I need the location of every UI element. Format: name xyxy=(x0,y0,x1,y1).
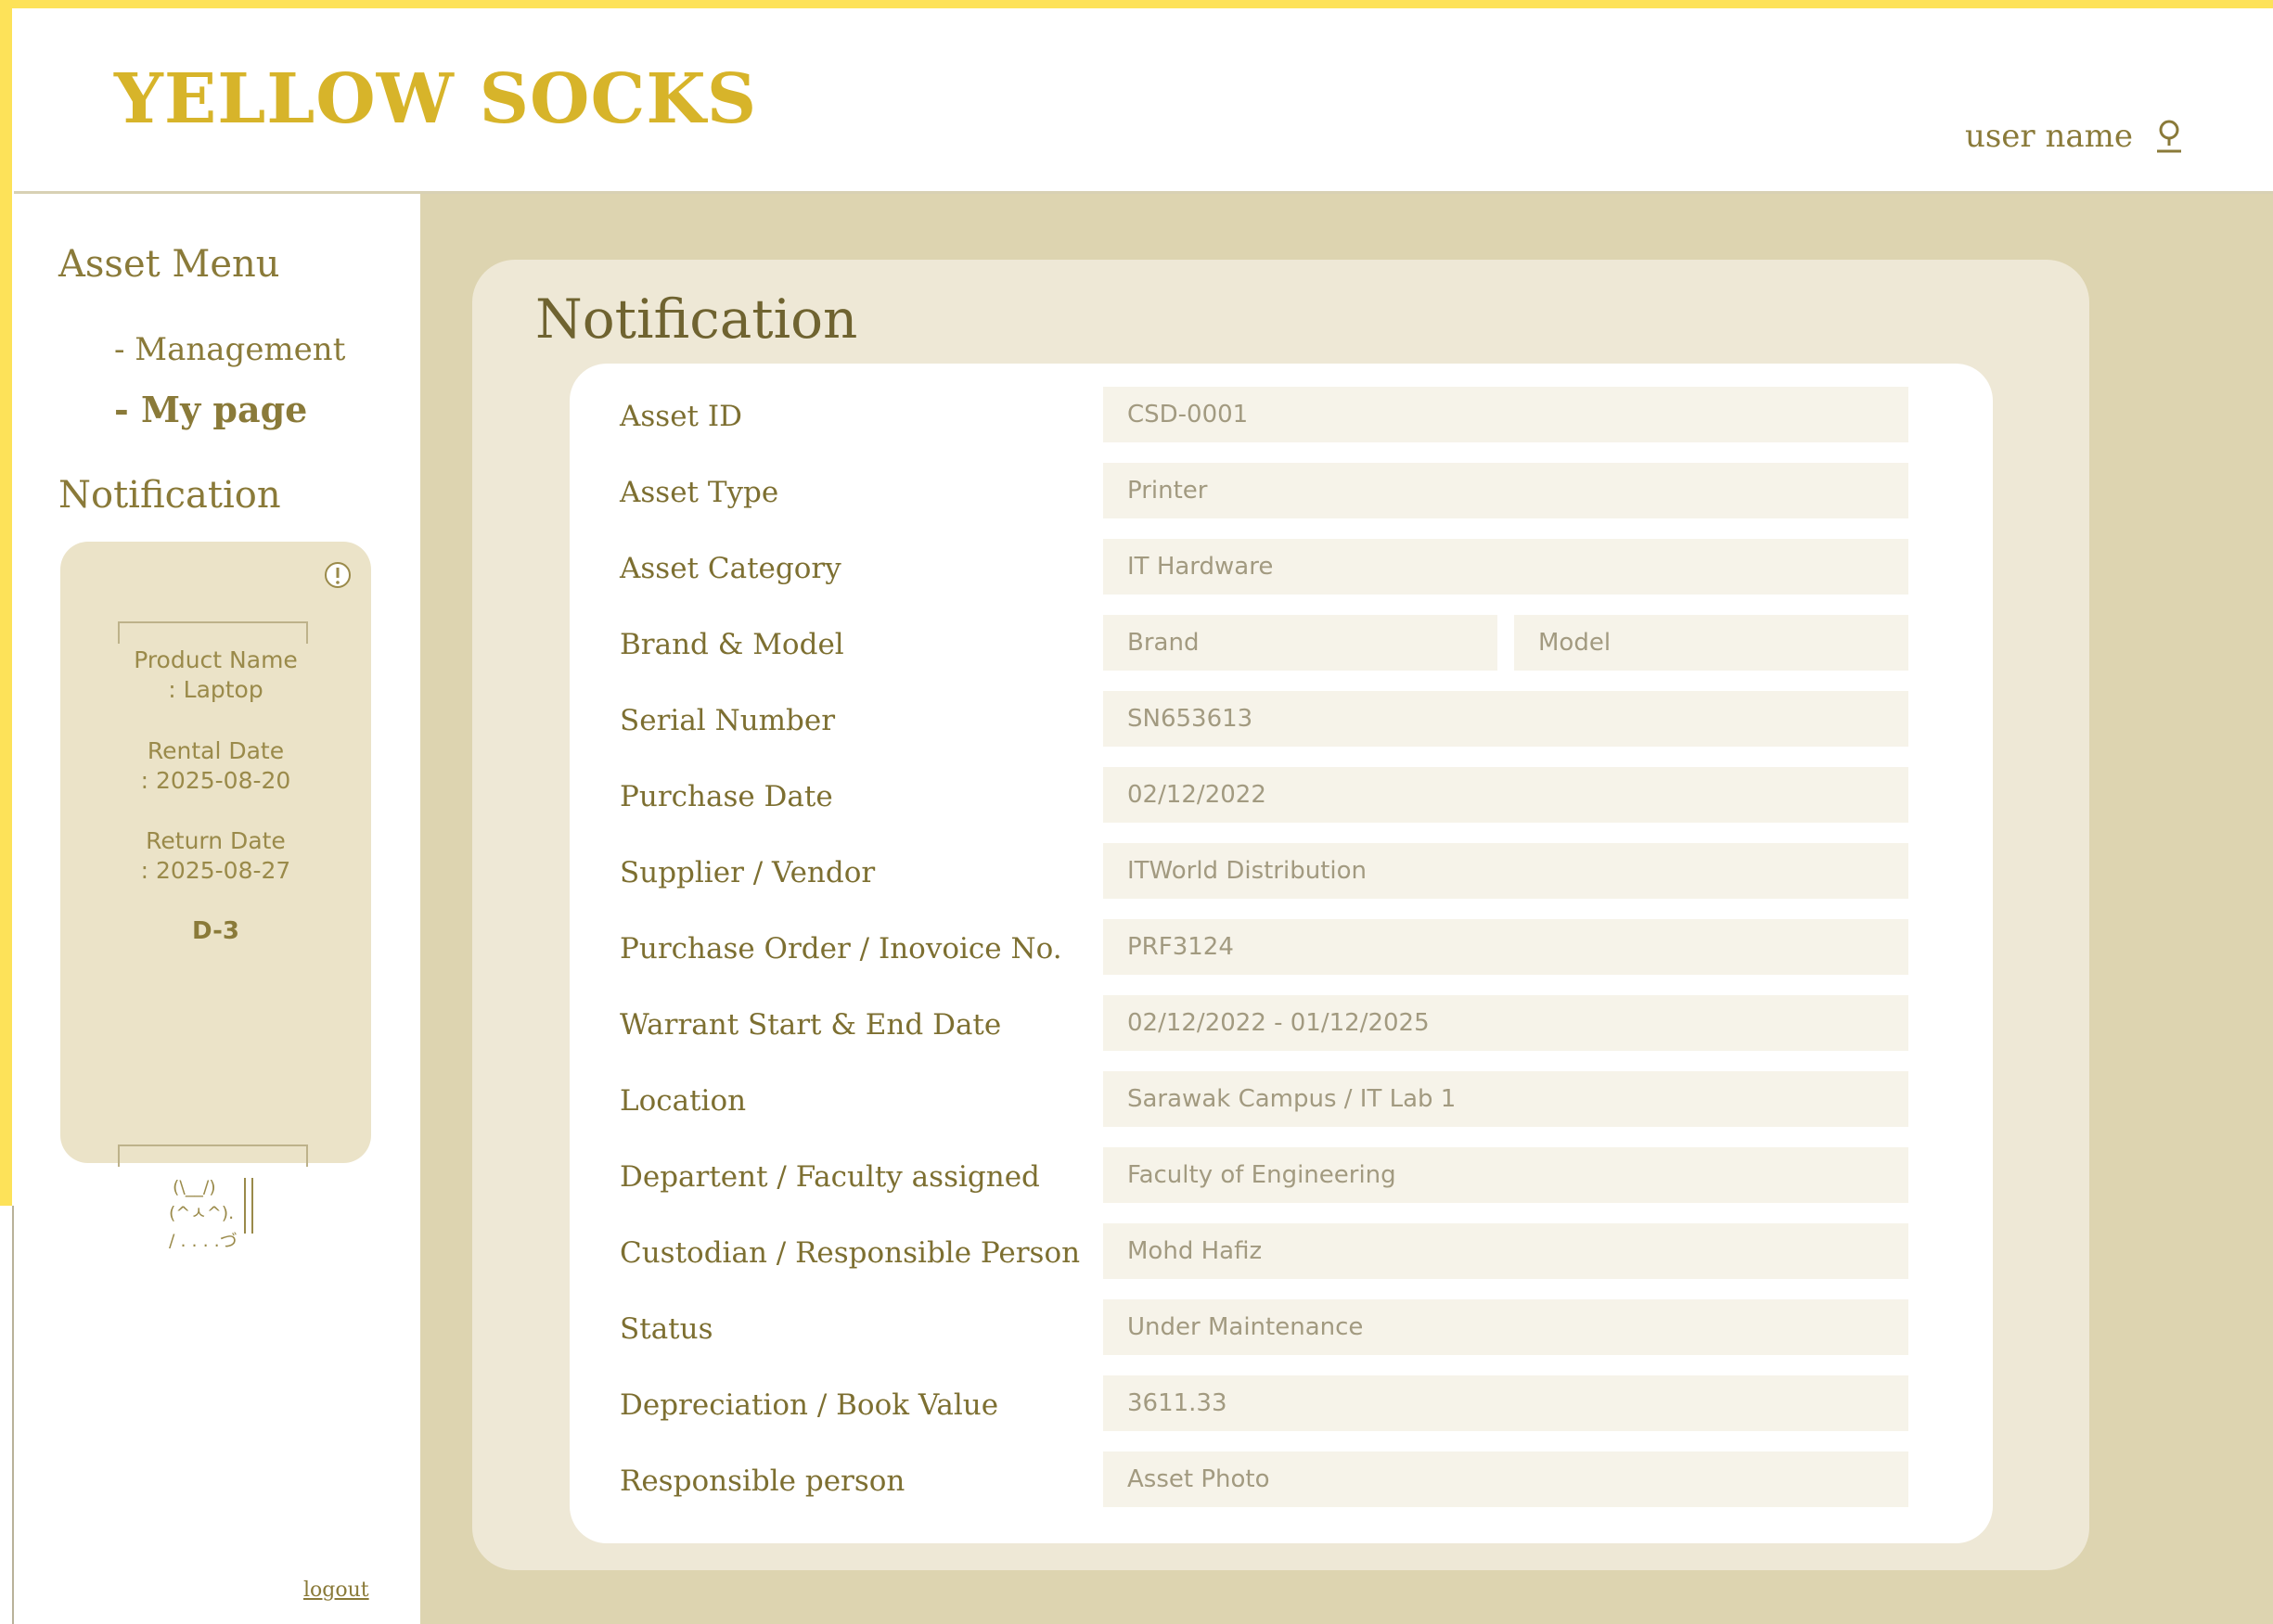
return-date-value: : 2025-08-27 xyxy=(140,857,291,884)
card-bracket-bottom xyxy=(118,1144,308,1167)
notification-heading: Notification xyxy=(58,474,281,517)
asset-menu-heading: Asset Menu xyxy=(58,243,280,286)
sidebar-item-management[interactable]: - Management xyxy=(114,331,345,368)
purchase-date-field[interactable]: 02/12/2022 xyxy=(1103,767,1908,823)
field-label: Status xyxy=(620,1312,713,1346)
product-name-label: Product Name xyxy=(134,646,298,673)
form-row-status: Status Under Maintenance xyxy=(570,1290,1993,1366)
notification-panel: Notification Asset ID CSD-0001 Asset Typ… xyxy=(472,260,2089,1570)
user-name-label[interactable]: user name xyxy=(1965,118,2133,155)
asset-category-field[interactable]: IT Hardware xyxy=(1103,539,1908,595)
d-day-badge: D-3 xyxy=(192,917,239,945)
serial-number-field[interactable]: SN653613 xyxy=(1103,691,1908,747)
form-row-depreciation: Depreciation / Book Value 3611.33 xyxy=(570,1366,1993,1442)
page-title: Notification xyxy=(535,288,858,351)
return-date-label: Return Date xyxy=(146,827,286,854)
bunny-art-line-3: / . . . .づ xyxy=(169,1231,238,1251)
purchase-order-field[interactable]: PRF3124 xyxy=(1103,919,1908,975)
form-row-asset-category: Asset Category IT Hardware xyxy=(570,530,1993,606)
bunny-art-line-2: (^ㅅ^). xyxy=(169,1203,234,1223)
field-label: Asset ID xyxy=(620,400,742,433)
model-field[interactable]: Model xyxy=(1514,615,1908,671)
app-header: YELLOW SOCKS user name xyxy=(14,8,2273,194)
asset-photo-field[interactable]: Asset Photo xyxy=(1103,1451,1908,1507)
asset-detail-form: Asset ID CSD-0001 Asset Type Printer Ass… xyxy=(570,364,1993,1543)
custodian-field[interactable]: Mohd Hafiz xyxy=(1103,1223,1908,1279)
field-label: Depreciation / Book Value xyxy=(620,1388,999,1422)
top-accent-bar xyxy=(0,0,2273,8)
asset-type-field[interactable]: Printer xyxy=(1103,463,1908,518)
form-row-location: Location Sarawak Campus / IT Lab 1 xyxy=(570,1062,1993,1138)
field-label: Brand & Model xyxy=(620,628,844,661)
department-field[interactable]: Faculty of Engineering xyxy=(1103,1147,1908,1203)
field-label: Supplier / Vendor xyxy=(620,856,876,889)
field-label: Custodian / Responsible Person xyxy=(620,1236,1081,1270)
form-row-department: Departent / Faculty assigned Faculty of … xyxy=(570,1138,1993,1214)
rental-date-label: Rental Date xyxy=(147,737,285,764)
user-icon[interactable] xyxy=(2153,118,2185,155)
field-label: Asset Category xyxy=(620,552,841,585)
field-label: Warrant Start & End Date xyxy=(620,1008,1002,1042)
product-name-value: : Laptop xyxy=(168,676,263,703)
sidebar: Asset Menu - Management - My page Notifi… xyxy=(14,194,420,1624)
field-label: Asset Type xyxy=(620,476,779,509)
form-row-responsible-person: Responsible person Asset Photo xyxy=(570,1442,1993,1518)
form-row-purchase-order: Purchase Order / Inovoice No. PRF3124 xyxy=(570,910,1993,986)
notification-card[interactable]: Product Name : Laptop Rental Date : 2025… xyxy=(60,542,371,1251)
form-row-custodian: Custodian / Responsible Person Mohd Hafi… xyxy=(570,1214,1993,1290)
exclamation-circle-icon[interactable] xyxy=(323,560,353,590)
field-label: Location xyxy=(620,1084,747,1118)
supplier-field[interactable]: ITWorld Distribution xyxy=(1103,843,1908,899)
warranty-date-field[interactable]: 02/12/2022 - 01/12/2025 xyxy=(1103,995,1908,1051)
field-label: Responsible person xyxy=(620,1464,905,1498)
form-row-asset-type: Asset Type Printer xyxy=(570,454,1993,530)
depreciation-field[interactable]: 3611.33 xyxy=(1103,1375,1908,1431)
form-row-supplier: Supplier / Vendor ITWorld Distribution xyxy=(570,834,1993,910)
user-menu[interactable]: user name xyxy=(1965,118,2185,155)
field-label: Purchase Order / Inovoice No. xyxy=(620,932,1062,965)
asset-id-field[interactable]: CSD-0001 xyxy=(1103,387,1908,442)
bunny-art: (\__/) (^ㅅ^). / . . . .づ xyxy=(169,1177,253,1251)
sidebar-item-my-page[interactable]: - My page xyxy=(114,389,307,430)
field-label: Purchase Date xyxy=(620,780,833,813)
logout-link[interactable]: logout xyxy=(303,1579,369,1602)
location-field[interactable]: Sarawak Campus / IT Lab 1 xyxy=(1103,1071,1908,1127)
rental-date-value: : 2025-08-20 xyxy=(140,767,291,794)
bunny-art-line-1: (\__/) xyxy=(173,1177,216,1197)
field-label: Serial Number xyxy=(620,704,836,737)
status-field[interactable]: Under Maintenance xyxy=(1103,1299,1908,1355)
brand-field[interactable]: Brand xyxy=(1103,615,1497,671)
card-bracket-top xyxy=(118,621,308,644)
form-row-asset-id: Asset ID CSD-0001 xyxy=(570,377,1993,454)
form-row-purchase-date: Purchase Date 02/12/2022 xyxy=(570,758,1993,834)
form-row-serial-number: Serial Number SN653613 xyxy=(570,682,1993,758)
field-label: Departent / Faculty assigned xyxy=(620,1160,1040,1194)
brand-logo[interactable]: YELLOW SOCKS xyxy=(114,59,757,139)
main-content: Notification Asset ID CSD-0001 Asset Typ… xyxy=(420,194,2273,1624)
form-row-warranty: Warrant Start & End Date 02/12/2022 - 01… xyxy=(570,986,1993,1062)
left-accent-bar xyxy=(0,0,12,1206)
form-row-brand-model: Brand & Model Brand Model xyxy=(570,606,1993,682)
